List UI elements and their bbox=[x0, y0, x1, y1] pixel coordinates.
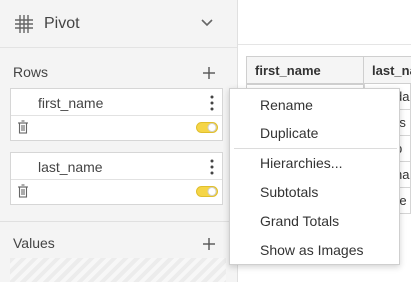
pivot-sidebar: Pivot Rows first_name last_name Values bbox=[0, 0, 238, 282]
toggle-icon[interactable] bbox=[196, 186, 218, 197]
column-header-last-name[interactable]: last_na bbox=[363, 56, 411, 84]
row-field-header: last_name bbox=[11, 153, 222, 180]
values-drop-area[interactable] bbox=[10, 258, 226, 282]
field-context-menu: Rename Duplicate Hierarchies... Subtotal… bbox=[229, 88, 400, 265]
pivot-title: Pivot bbox=[44, 15, 80, 32]
grid-icon bbox=[15, 15, 33, 33]
kebab-icon[interactable] bbox=[210, 95, 214, 111]
section-divider bbox=[0, 221, 237, 222]
row-field-name: last_name bbox=[38, 159, 103, 175]
menu-item-show-as-images[interactable]: Show as Images bbox=[230, 236, 399, 264]
toggle-icon[interactable] bbox=[196, 122, 218, 133]
row-field-header: first_name bbox=[11, 89, 222, 116]
menu-item-rename[interactable]: Rename bbox=[230, 91, 399, 119]
menu-item-hierarchies[interactable]: Hierarchies... bbox=[230, 149, 399, 177]
menu-item-subtotals[interactable]: Subtotals bbox=[230, 178, 399, 206]
pivot-header[interactable]: Pivot bbox=[0, 0, 237, 48]
row-field-name: first_name bbox=[38, 95, 104, 111]
trash-icon[interactable] bbox=[17, 184, 29, 198]
values-section-title: Values bbox=[13, 235, 55, 251]
trash-icon[interactable] bbox=[17, 120, 29, 134]
add-row-icon[interactable] bbox=[202, 66, 216, 80]
row-field-card[interactable]: first_name bbox=[10, 88, 223, 141]
menu-item-grand-totals[interactable]: Grand Totals bbox=[230, 207, 399, 235]
menu-item-duplicate[interactable]: Duplicate bbox=[230, 119, 399, 147]
kebab-icon[interactable] bbox=[210, 159, 214, 175]
rows-section-title: Rows bbox=[13, 64, 49, 80]
column-header-first-name[interactable]: first_name bbox=[246, 56, 364, 84]
chevron-down-icon[interactable] bbox=[200, 18, 214, 28]
row-field-card[interactable]: last_name bbox=[10, 152, 223, 205]
main-toolbar bbox=[238, 0, 411, 45]
add-value-icon[interactable] bbox=[202, 237, 216, 251]
column-header-label: first_name bbox=[255, 63, 321, 78]
column-header-label: last_na bbox=[372, 63, 411, 78]
